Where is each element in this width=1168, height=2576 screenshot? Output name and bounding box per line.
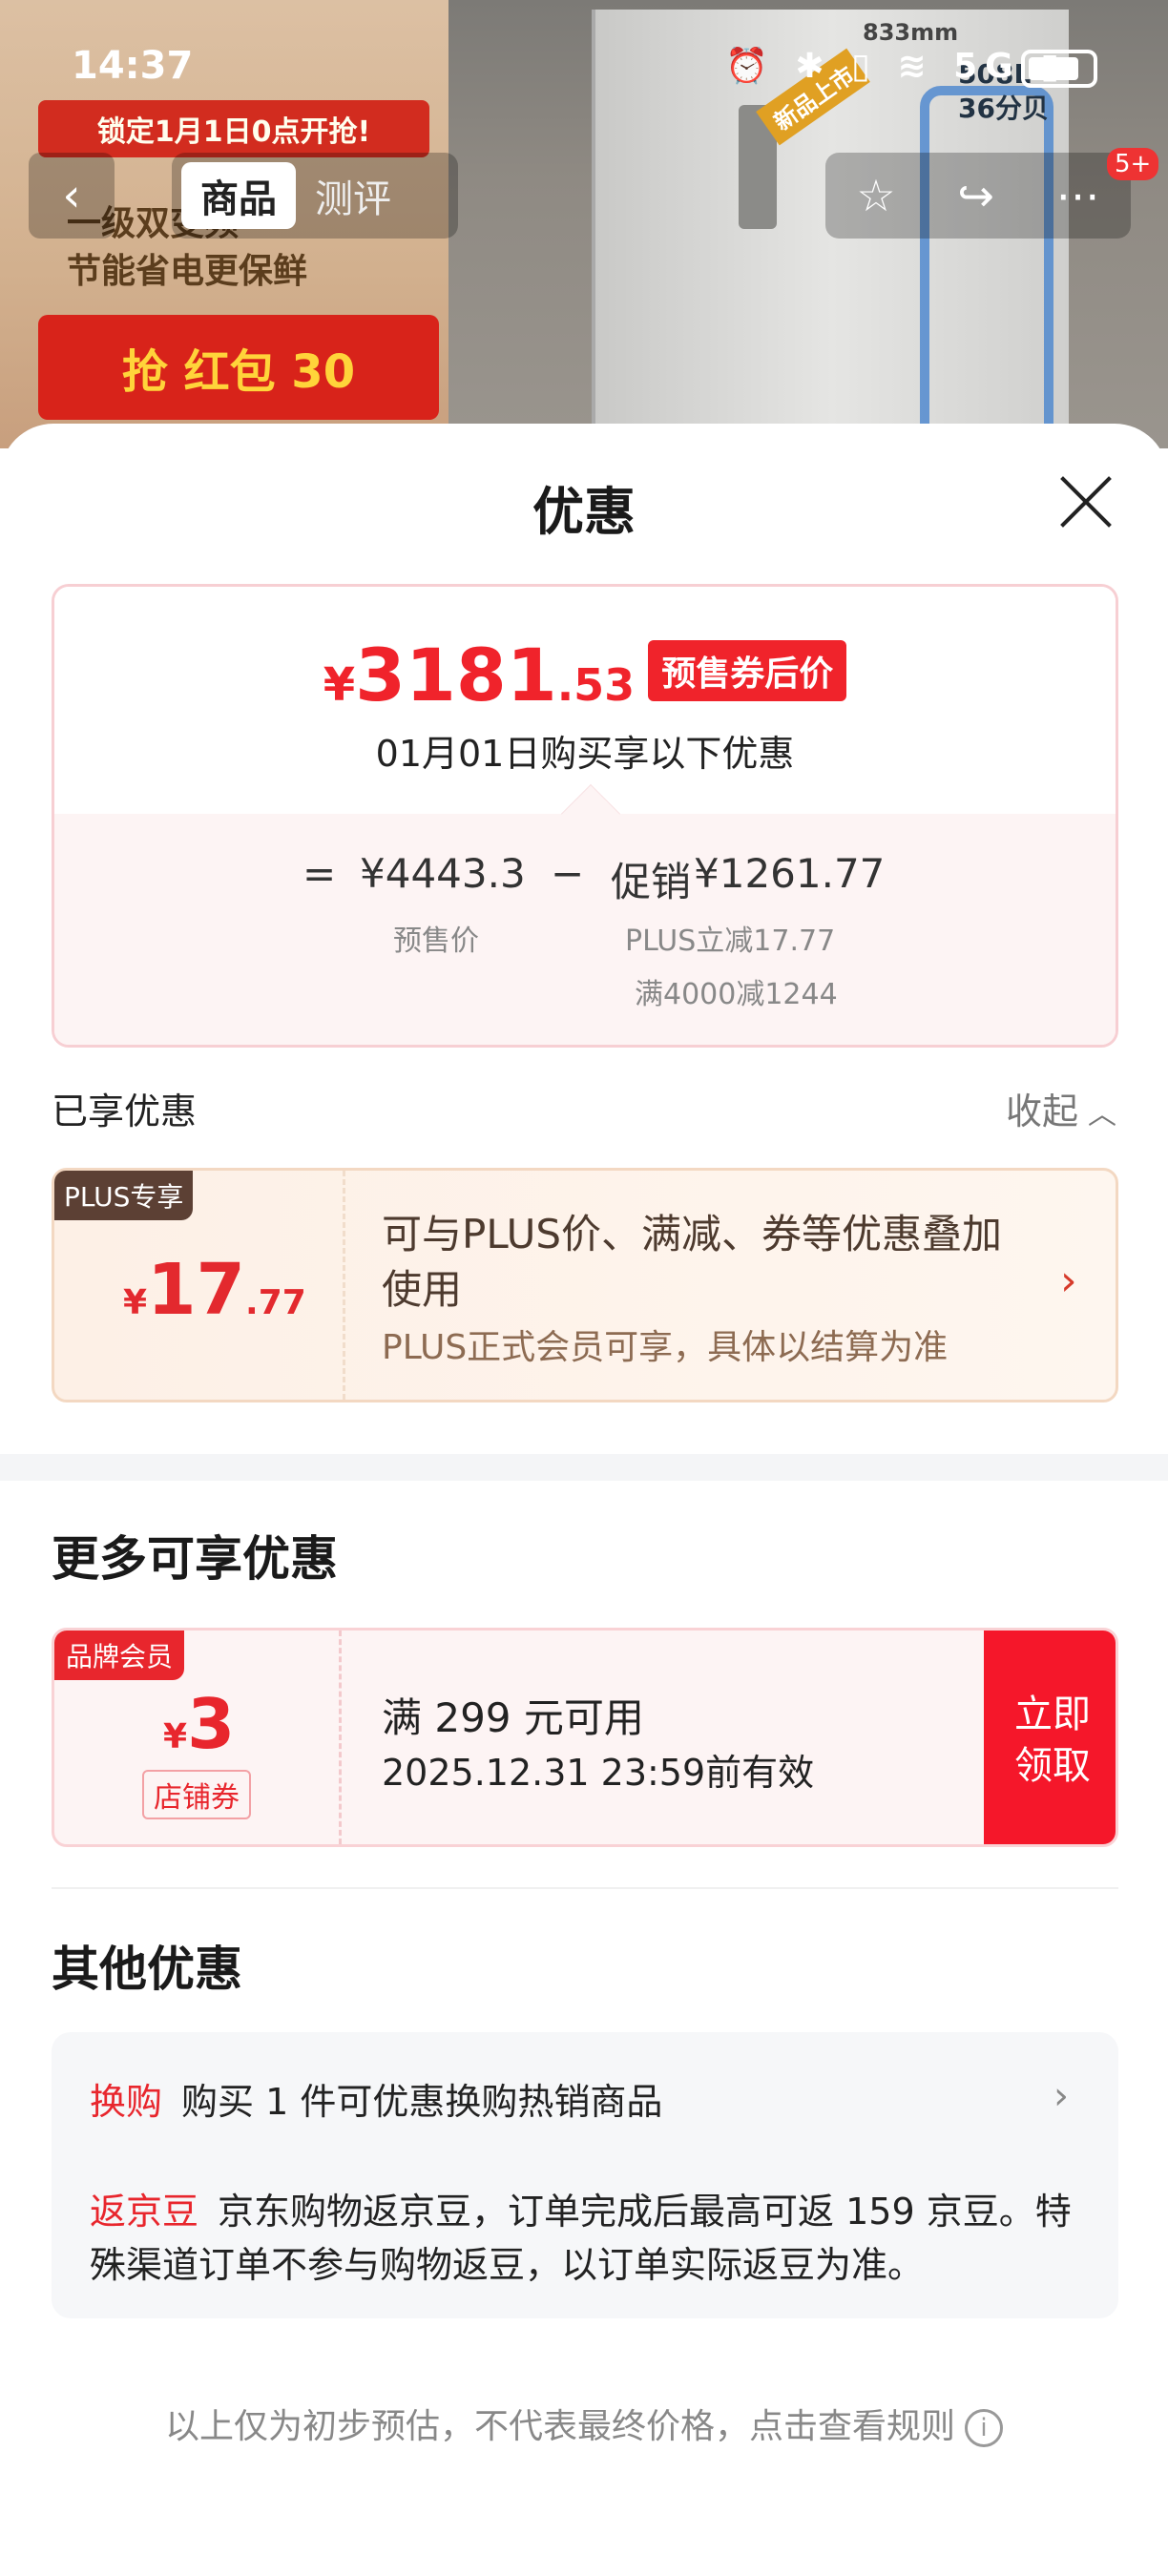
close-icon[interactable] bbox=[1057, 473, 1115, 530]
nav-actions: ☆ ↪ ⋯ bbox=[825, 153, 1131, 239]
store-coupon: 品牌会员 ¥3 店铺券 满 299 元可用 2025.12.31 23:59前有… bbox=[52, 1628, 1118, 1847]
tab-product[interactable]: 商品 bbox=[181, 162, 296, 229]
trade-in-label: 换购 bbox=[90, 2081, 163, 2123]
message-badge: 5+ bbox=[1107, 148, 1159, 180]
status-icons: ⏰ ✱ ▯ ≋ 5G ▮ bbox=[725, 47, 1068, 86]
discount-sheet: 优惠 ¥3181.53 预售券后价 01月01日购买享以下优惠 = ¥4443.3… bbox=[0, 424, 1168, 2576]
coupon-condition: 满 299 元可用 bbox=[382, 1694, 644, 1741]
jd-beans-row: 返京豆 京东购物返京豆，订单完成后最高可返 159 京豆。特殊渠道订单不参与购物返… bbox=[90, 2185, 1082, 2292]
rules-note[interactable]: 以上仅为初步预估，不代表最终价格，点击查看规则 i bbox=[0, 2399, 1168, 2448]
collapse-button[interactable]: 收起 ︿ bbox=[1006, 1082, 1116, 1134]
chevron-right-icon[interactable]: › bbox=[1053, 2074, 1069, 2118]
chevron-right-icon: › bbox=[1060, 1257, 1077, 1305]
sheet-title: 优惠 bbox=[532, 482, 636, 542]
divider bbox=[52, 1887, 1118, 1889]
minus-sign: − bbox=[551, 850, 585, 897]
trade-in-text: 购买 1 件可优惠换购热销商品 bbox=[181, 2081, 663, 2123]
plus-discount-desc: PLUS正式会员可享，具体以结算为准 bbox=[382, 1328, 949, 1367]
status-time: 14:37 bbox=[72, 44, 194, 88]
promo-red-envelope: 抢 红包 30 bbox=[38, 315, 439, 420]
promo-amount: ¥1261.77 bbox=[694, 850, 886, 897]
status-bar: 14:37 ⏰ ✱ ▯ ≋ 5G ▮ bbox=[0, 38, 1168, 95]
section-divider bbox=[0, 1454, 1168, 1481]
chevron-up-icon: ︿ bbox=[1088, 1098, 1117, 1132]
battery-icon bbox=[1021, 50, 1097, 88]
price-subtitle: 01月01日购买享以下优惠 bbox=[375, 733, 795, 775]
plus-discount-title: 可与PLUS价、满减、券等优惠叠加使用 bbox=[382, 1211, 1003, 1313]
brand-member-tag: 品牌会员 bbox=[54, 1631, 185, 1680]
nav-tabs: 商品 测评 bbox=[172, 153, 458, 239]
favorite-star-icon[interactable]: ☆ bbox=[856, 170, 895, 221]
info-icon: i bbox=[965, 2409, 1003, 2447]
jd-beans-text: 京东购物返京豆，订单完成后最高可返 159 京豆。特殊渠道订单不参与购物返豆，以… bbox=[90, 2191, 1072, 2286]
coupon-amount: ¥3 bbox=[163, 1684, 236, 1764]
jd-beans-label: 返京豆 bbox=[90, 2191, 199, 2233]
price-breakdown-card: ¥3181.53 预售券后价 01月01日购买享以下优惠 = ¥4443.3 − … bbox=[52, 584, 1118, 1048]
full-reduction-detail: 满4000减1244 bbox=[635, 978, 838, 1011]
final-price: ¥3181.53 预售券后价 bbox=[54, 633, 1116, 717]
presale-coupon-price-tag: 预售券后价 bbox=[648, 640, 847, 701]
presale-label: 预售价 bbox=[393, 924, 479, 958]
back-icon[interactable]: ‹ bbox=[29, 153, 115, 239]
more-discounts-title: 更多可享优惠 bbox=[52, 1531, 338, 1587]
promo-label: 促销 bbox=[611, 859, 692, 905]
coupon-validity: 2025.12.31 23:59前有效 bbox=[382, 1752, 815, 1794]
other-discounts-card: 换购 购买 1 件可优惠换购热销商品 › 返京豆 京东购物返京豆，订单完成后最高可返… bbox=[52, 2032, 1118, 2318]
plus-discount-detail: PLUS立减17.77 bbox=[625, 924, 836, 958]
equals-sign: = bbox=[302, 850, 337, 897]
share-icon[interactable]: ↪ bbox=[957, 170, 994, 221]
more-icon[interactable]: ⋯ bbox=[1056, 170, 1100, 221]
other-discounts-title: 其他优惠 bbox=[52, 1942, 242, 1997]
claim-coupon-button[interactable]: 立即领取 bbox=[984, 1631, 1116, 1844]
coupon-type-badge: 店铺券 bbox=[142, 1770, 251, 1819]
plus-discount-card[interactable]: PLUS专享 ¥17.77 可与PLUS价、满减、券等优惠叠加使用 PLUS正式… bbox=[52, 1168, 1118, 1402]
plus-exclusive-tag: PLUS专享 bbox=[54, 1171, 194, 1220]
trade-in-row[interactable]: 换购 购买 1 件可优惠换购热销商品 bbox=[90, 2072, 1044, 2125]
plus-discount-amount: ¥17.77 bbox=[123, 1249, 306, 1331]
enjoyed-discounts-label: 已享优惠 bbox=[52, 1091, 198, 1132]
price-formula: = ¥4443.3 − 促销 ¥1261.77 预售价 PLUS立减17.77 … bbox=[54, 783, 1116, 1045]
presale-price: ¥4443.3 bbox=[360, 850, 526, 897]
promo-date-text: 锁定1月1日0点开抢! bbox=[38, 100, 429, 157]
tab-review[interactable]: 测评 bbox=[296, 162, 410, 229]
